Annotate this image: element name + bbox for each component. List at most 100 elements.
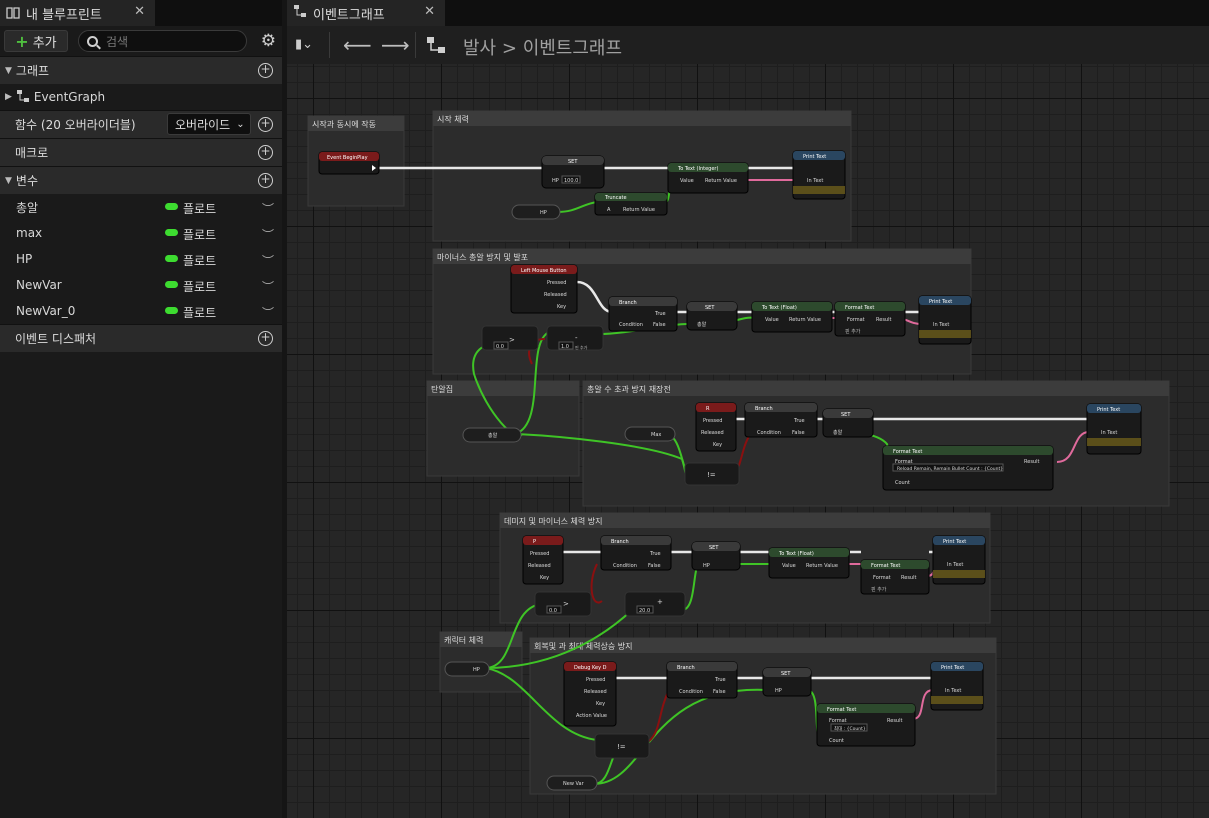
search-input[interactable]: 검색 <box>77 30 247 52</box>
section-graphs[interactable]: ▼ 그래프 + <box>0 56 282 84</box>
close-icon[interactable]: ✕ <box>134 4 145 19</box>
pin-label: Return Value <box>623 207 655 213</box>
set-hp-node[interactable]: SET HP <box>691 541 741 571</box>
r-key-node[interactable]: R Pressed Released Key <box>695 402 737 452</box>
max-getter-node[interactable]: Max <box>624 426 676 442</box>
pin-value[interactable]: 100.0 <box>564 178 578 184</box>
format-text-node[interactable]: Format Text Format Result 핀 추가 <box>860 559 930 595</box>
section-macros[interactable]: 매크로 + <box>0 138 282 166</box>
hp-getter-node[interactable]: HP <box>511 204 561 220</box>
set-bullet-node[interactable]: SET 총알 <box>686 301 738 331</box>
pin-value[interactable]: 1.0 <box>561 344 569 350</box>
float-type-pill[interactable] <box>165 307 178 314</box>
set-hp-node[interactable]: SET HP <box>762 667 812 697</box>
to-text-float-node[interactable]: To Text (Float) Value Return Value <box>751 301 833 333</box>
variable-item[interactable]: HP 플로트 ︶ <box>0 246 282 272</box>
event-beginplay-node[interactable]: Event BeginPlay <box>318 151 380 175</box>
hp-getter-node[interactable]: HP <box>444 661 490 677</box>
branch-node[interactable]: Branch True Condition False <box>600 535 672 571</box>
eye-closed-icon[interactable]: ︶ <box>262 226 274 243</box>
greater-than-node[interactable]: 0.0 > <box>481 325 539 351</box>
print-text-node[interactable]: Print Text In Text <box>918 295 972 345</box>
pin-value[interactable]: 0.0 <box>549 608 557 614</box>
variable-item[interactable]: 총알 플로트 ︶ <box>0 194 282 220</box>
add-button-label: 추가 <box>32 35 57 51</box>
pin-value[interactable]: 0.0 <box>496 344 504 350</box>
back-arrow-icon[interactable]: ⟵ <box>343 33 372 57</box>
bookmark-icon[interactable]: ▮⌄ <box>295 37 313 52</box>
not-equal-node[interactable]: != <box>684 462 740 486</box>
pin-label: Result <box>876 317 891 323</box>
add-event-dispatcher-icon[interactable]: + <box>258 331 273 346</box>
print-text-node[interactable]: Print Text In Text <box>792 150 846 200</box>
newvar-getter-node[interactable]: New Var <box>546 775 598 791</box>
add-macro-icon[interactable]: + <box>258 145 273 160</box>
add-graph-icon[interactable]: + <box>258 63 273 78</box>
not-equal-node[interactable]: != <box>594 733 650 759</box>
comment-title: 데미지 및 마이너스 체력 방지 <box>504 516 603 526</box>
pin-label: Return Value <box>705 178 737 184</box>
truncate-node[interactable]: Truncate A Return Value <box>594 192 668 216</box>
format-text-node[interactable]: Format Text Format Result 핀 추가 <box>834 301 906 337</box>
set-bullet-node[interactable]: SET 총알 <box>822 408 874 438</box>
node-title: Branch <box>677 665 695 671</box>
node-title: Format Text <box>871 563 900 569</box>
tree-item-eventgraph[interactable]: ▶ EventGraph <box>0 84 282 110</box>
add-node[interactable]: 20.0 + <box>624 591 686 617</box>
variable-name: NewVar <box>16 278 62 292</box>
variable-type: 플로트 <box>183 202 217 216</box>
branch-node[interactable]: Branch True Condition False <box>744 402 818 438</box>
left-mouse-button-node[interactable]: Left Mouse Button Pressed Released Key <box>510 264 578 314</box>
debug-key-node[interactable]: Debug Key D Pressed Released Key Action … <box>563 661 617 727</box>
event-graph-tab[interactable]: 이벤트그래프 ✕ <box>287 0 445 26</box>
comment-box[interactable]: 시작 체력 <box>432 110 852 242</box>
add-pin-label[interactable]: 핀 추가 <box>871 586 887 593</box>
section-variables[interactable]: ▼ 변수 + <box>0 166 282 194</box>
variable-item[interactable]: max 플로트 ︶ <box>0 220 282 246</box>
my-blueprint-tab[interactable]: 내 블루프린트 ✕ <box>0 0 155 26</box>
breadcrumb-root[interactable]: 발사 <box>463 38 496 59</box>
eye-closed-icon[interactable]: ︶ <box>262 304 274 321</box>
pin-value[interactable]: 20.0 <box>639 608 650 614</box>
eye-closed-icon[interactable]: ︶ <box>262 200 274 217</box>
format-text-node[interactable]: Format Text Format Reload Remain, Remain… <box>882 445 1054 491</box>
gear-icon[interactable]: ⚙ <box>259 31 278 51</box>
to-text-float-node[interactable]: To Text (Float) Value Return Value <box>768 547 850 579</box>
section-event-dispatchers[interactable]: 이벤트 디스패처 + <box>0 324 282 352</box>
print-text-node[interactable]: Print Text In Text <box>1086 403 1142 455</box>
greater-than-node[interactable]: 0.0 > <box>534 591 592 617</box>
variable-item[interactable]: NewVar 플로트 ︶ <box>0 272 282 298</box>
print-text-node[interactable]: Print Text In Text <box>930 661 984 711</box>
float-type-pill[interactable] <box>165 203 178 210</box>
print-text-node[interactable]: Print Text In Text <box>932 535 986 585</box>
add-variable-icon[interactable]: + <box>258 173 273 188</box>
float-type-pill[interactable] <box>165 281 178 288</box>
graph-canvas[interactable]: 시작과 동시에 작동 시작 체력 마이너스 총알 방지 및 발포 탄알집 총알 … <box>287 64 1209 818</box>
format-text-node[interactable]: Format Text Format 최대 : {Count} Result C… <box>816 703 916 747</box>
to-text-integer-node[interactable]: To Text (Integer) Value Return Value <box>667 162 749 194</box>
add-pin-label[interactable]: 핀 추가 <box>575 344 588 350</box>
branch-node[interactable]: Branch True Condition False <box>666 661 738 699</box>
section-functions[interactable]: 함수 (20 오버라이더블) 오버라이드 ⌄ + <box>0 110 282 138</box>
close-icon[interactable]: ✕ <box>424 4 435 19</box>
set-node[interactable]: SET HP 100.0 <box>541 155 605 189</box>
format-string[interactable]: Reload Remain, Remain Bullet Count : {Co… <box>897 466 1003 472</box>
float-type-pill[interactable] <box>165 229 178 236</box>
subtract-node[interactable]: 1.0 - 핀 추가 <box>546 325 604 351</box>
comment-box[interactable]: 총알 수 초과 방지 재장전 <box>582 380 1170 507</box>
eye-closed-icon[interactable]: ︶ <box>262 252 274 269</box>
eye-closed-icon[interactable]: ︶ <box>262 278 274 295</box>
float-type-pill[interactable] <box>165 255 178 262</box>
branch-node[interactable]: Branch True Condition False <box>608 296 678 332</box>
add-button[interactable]: + 추가 <box>4 30 68 52</box>
node-title: Format Text <box>893 449 922 455</box>
p-key-node[interactable]: P Pressed Released Key <box>522 535 564 585</box>
format-string[interactable]: 최대 : {Count} <box>834 725 866 732</box>
add-pin-label[interactable]: 핀 추가 <box>845 328 861 335</box>
bullet-getter-node[interactable]: 총알 <box>462 427 522 443</box>
add-function-icon[interactable]: + <box>258 117 273 132</box>
forward-arrow-icon[interactable]: ⟶ <box>381 33 410 57</box>
node-title: Left Mouse Button <box>521 268 567 274</box>
variable-item[interactable]: NewVar_0 플로트 ︶ <box>0 298 282 324</box>
override-dropdown[interactable]: 오버라이드 ⌄ <box>167 113 251 135</box>
